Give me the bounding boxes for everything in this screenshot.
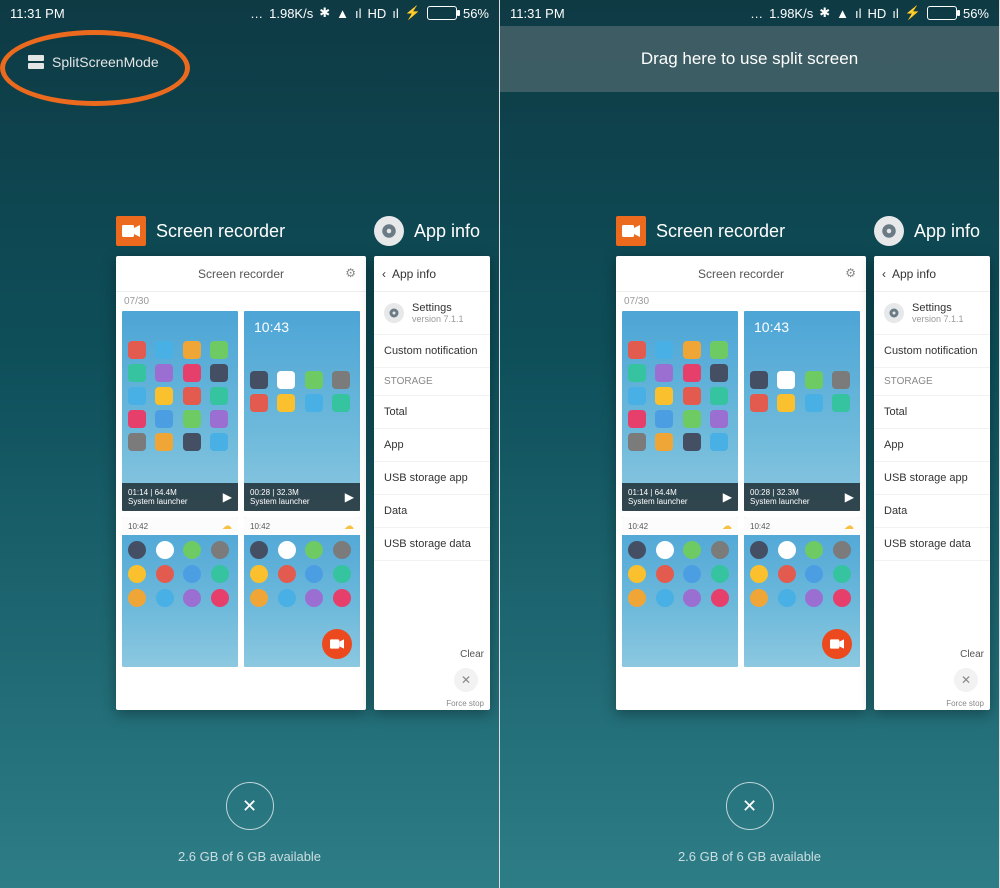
split-screen-drop-zone[interactable]: Drag here to use split screen <box>500 26 999 92</box>
app-info-row[interactable]: App <box>874 429 990 462</box>
app-info-settings-row[interactable]: Settingsversion 7.1.1 <box>874 292 990 335</box>
force-stop-label: Force stop <box>946 699 984 708</box>
app-info-row[interactable]: Data <box>874 495 990 528</box>
status-hd: HD <box>368 6 387 21</box>
recording-thumb[interactable]: 10:43 00:28 | 32.3MSystem launcher▶ <box>744 311 860 511</box>
play-icon[interactable]: ▶ <box>223 490 232 504</box>
clear-all-button[interactable]: ✕ <box>726 782 774 830</box>
card-title: App info <box>414 221 480 242</box>
phone-screenshot-right: 11:31 PM … 1.98K/s ✱ ▲ ıl HD ıl ⚡ 56% Dr… <box>500 0 1000 888</box>
status-speed: 1.98K/s <box>769 6 813 21</box>
split-screen-mode-button[interactable]: SplitScreenMode <box>28 54 159 70</box>
gear-icon[interactable]: ⚙ <box>345 266 356 280</box>
recording-thumb[interactable]: 10:43 00:28 | 32.3MSystem launcher▶ <box>244 311 360 511</box>
force-stop-label: Force stop <box>446 699 484 708</box>
card-title: App info <box>914 221 980 242</box>
app-info-section: STORAGE <box>374 368 490 396</box>
recording-thumb[interactable]: 01:14 | 64.4MSystem launcher▶ <box>122 311 238 511</box>
wifi-icon: ▲ <box>336 6 349 21</box>
app-info-header: ‹ App info <box>874 256 990 292</box>
status-battery-pct: 56% <box>963 6 989 21</box>
memory-status: 2.6 GB of 6 GB available <box>0 849 499 864</box>
recents-card-screen-recorder[interactable]: Screen recorder Screen recorder ⚙ 07/30 <box>116 216 366 710</box>
app-info-row[interactable]: Data <box>374 495 490 528</box>
app-info-row[interactable]: USB storage data <box>874 528 990 561</box>
play-icon[interactable]: ▶ <box>723 490 732 504</box>
drag-hint-label: Drag here to use split screen <box>641 49 858 69</box>
screen-recorder-icon <box>116 216 146 246</box>
flash-icon: ⚡ <box>405 5 421 21</box>
clear-button[interactable]: Clear <box>960 649 984 660</box>
card-title: Screen recorder <box>156 221 285 242</box>
sr-date: 07/30 <box>616 292 866 311</box>
sr-titlebar: Screen recorder ⚙ <box>616 256 866 292</box>
settings-app-icon <box>374 216 404 246</box>
app-info-row[interactable]: Custom notification <box>874 335 990 368</box>
card-body: Screen recorder ⚙ 07/30 01:14 | 64.4MSys <box>116 256 366 710</box>
settings-app-icon <box>874 216 904 246</box>
recents-card-screen-recorder[interactable]: Screen recorder Screen recorder ⚙ 07/30 <box>616 216 866 710</box>
card-body: Screen recorder ⚙ 07/30 01:14 | 64.4MSys <box>616 256 866 710</box>
bluetooth-icon: ✱ <box>819 5 830 21</box>
card-body: ‹ App info Settingsversion 7.1.1 Custom … <box>374 256 490 710</box>
battery-icon <box>427 6 457 20</box>
recording-thumb[interactable]: 10:42☁ <box>744 517 860 667</box>
flash-icon: ⚡ <box>905 5 921 21</box>
recording-thumb[interactable]: 01:14 | 64.4MSystem launcher▶ <box>622 311 738 511</box>
gear-icon[interactable]: ⚙ <box>845 266 856 280</box>
clear-button[interactable]: Clear <box>460 649 484 660</box>
close-icon[interactable]: ✕ <box>454 668 478 692</box>
app-info-section: STORAGE <box>874 368 990 396</box>
app-info-row[interactable]: USB storage app <box>374 462 490 495</box>
recents-cards: Screen recorder Screen recorder ⚙ 07/30 <box>616 216 999 710</box>
back-icon[interactable]: ‹ <box>882 267 886 281</box>
sr-titlebar: Screen recorder ⚙ <box>116 256 366 292</box>
recording-thumb[interactable]: 10:42☁ <box>622 517 738 667</box>
status-bar: 11:31 PM … 1.98K/s ✱ ▲ ıl HD ıl ⚡ 56% <box>0 0 499 26</box>
play-icon[interactable]: ▶ <box>345 490 354 504</box>
bluetooth-icon: ✱ <box>319 5 330 21</box>
sr-date: 07/30 <box>116 292 366 311</box>
recording-thumb[interactable]: 10:42☁ <box>122 517 238 667</box>
status-time: 11:31 PM <box>10 6 65 21</box>
status-bar: 11:31 PM … 1.98K/s ✱ ▲ ıl HD ıl ⚡ 56% <box>500 0 999 26</box>
close-icon[interactable]: ✕ <box>954 668 978 692</box>
memory-status: 2.6 GB of 6 GB available <box>500 849 999 864</box>
status-hd: HD <box>868 6 887 21</box>
recents-cards: Screen recorder Screen recorder ⚙ 07/30 <box>116 216 499 710</box>
app-info-row[interactable]: Custom notification <box>374 335 490 368</box>
app-info-row[interactable]: App <box>374 429 490 462</box>
recording-thumb[interactable]: 10:42☁ <box>244 517 360 667</box>
split-screen-icon <box>28 55 44 69</box>
app-info-row[interactable]: Total <box>374 396 490 429</box>
app-info-settings-row[interactable]: Settingsversion 7.1.1 <box>374 292 490 335</box>
status-speed: 1.98K/s <box>269 6 313 21</box>
battery-icon <box>927 6 957 20</box>
split-screen-label: SplitScreenMode <box>52 54 159 70</box>
app-info-row[interactable]: USB storage data <box>374 528 490 561</box>
record-fab[interactable] <box>822 629 852 659</box>
back-icon[interactable]: ‹ <box>382 267 386 281</box>
app-info-row[interactable]: USB storage app <box>874 462 990 495</box>
status-battery-pct: 56% <box>463 6 489 21</box>
card-title: Screen recorder <box>656 221 785 242</box>
recents-card-app-info[interactable]: App info ‹ App info Settingsversion 7.1.… <box>374 216 490 710</box>
play-icon[interactable]: ▶ <box>845 490 854 504</box>
phone-screenshot-left: 11:31 PM … 1.98K/s ✱ ▲ ıl HD ıl ⚡ 56% Sp… <box>0 0 500 888</box>
app-info-header: ‹ App info <box>374 256 490 292</box>
card-body: ‹ App info Settingsversion 7.1.1 Custom … <box>874 256 990 710</box>
recents-card-app-info[interactable]: App info ‹ App info Settingsversion 7.1.… <box>874 216 990 710</box>
screen-recorder-icon <box>616 216 646 246</box>
record-fab[interactable] <box>322 629 352 659</box>
status-time: 11:31 PM <box>510 6 565 21</box>
wifi-icon: ▲ <box>836 6 849 21</box>
app-info-row[interactable]: Total <box>874 396 990 429</box>
clear-all-button[interactable]: ✕ <box>226 782 274 830</box>
